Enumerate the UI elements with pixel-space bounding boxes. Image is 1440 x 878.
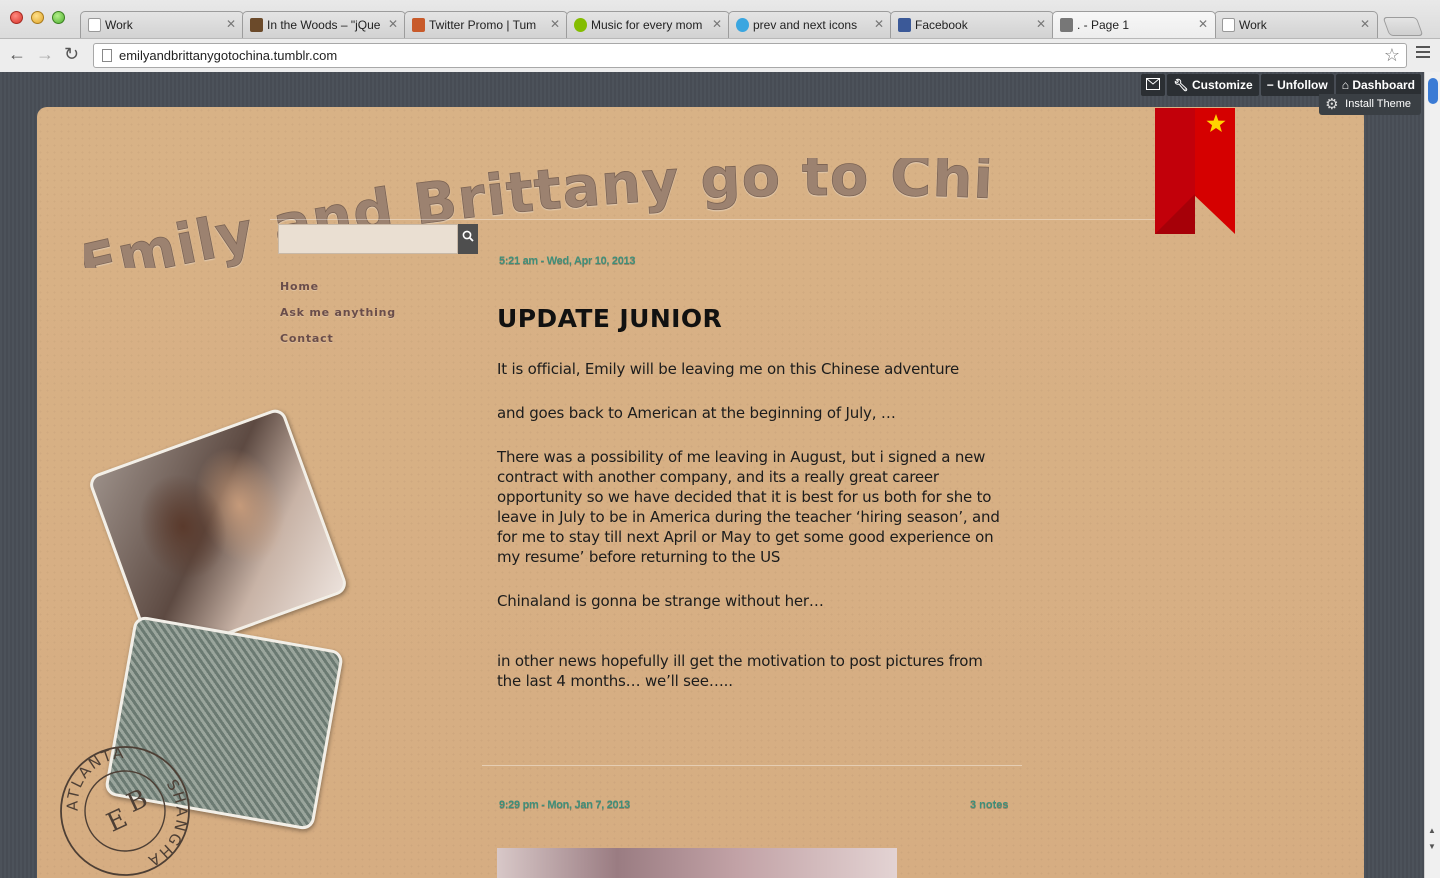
bookmark-star-icon[interactable]: ☆ — [1384, 45, 1400, 66]
dashboard-label: Dashboard — [1352, 78, 1415, 92]
page-scrollbar[interactable]: ▲ ▼ — [1424, 72, 1440, 878]
blog-title-text: Emily and Brittany go to China — [84, 158, 995, 268]
post-paragraph: It is official, Emily will be leaving me… — [497, 360, 960, 378]
page-icon — [102, 49, 112, 62]
tab-work-2[interactable]: Work ✕ — [1214, 11, 1378, 38]
stamp-initial-b: B — [122, 784, 152, 819]
forward-arrow-icon[interactable]: → — [36, 44, 54, 65]
home-icon: ⌂ — [1341, 78, 1349, 92]
scroll-down-arrow-icon[interactable]: ▼ — [1428, 842, 1436, 851]
tab-twitter-promo[interactable]: Twitter Promo | Tum ✕ — [404, 11, 568, 38]
tab-title: . - Page 1 — [1077, 18, 1130, 32]
search-button[interactable] — [458, 224, 478, 254]
nav-ask-link[interactable]: Ask me anything — [280, 306, 396, 319]
back-arrow-icon[interactable]: ← — [8, 44, 26, 65]
facebook-icon — [898, 18, 911, 32]
stamp-atlanta: ATLANTA — [64, 744, 125, 811]
tab-title: In the Woods – "jQue — [267, 18, 381, 32]
nav-contact-link[interactable]: Contact — [280, 332, 396, 345]
tab-in-the-woods[interactable]: In the Woods – "jQue ✕ — [242, 11, 406, 38]
post-photo[interactable] — [497, 848, 897, 878]
page-icon — [88, 18, 101, 32]
site-icon — [1060, 18, 1073, 32]
customize-button[interactable]: 🔧︎ Customize — [1167, 74, 1259, 96]
search-icon — [462, 230, 474, 242]
search-input[interactable] — [278, 224, 458, 254]
tab-prev-next-icons[interactable]: prev and next icons ✕ — [728, 11, 892, 38]
china-flag-ribbon — [1155, 108, 1235, 234]
tab-title: Work — [105, 18, 133, 32]
atlanta-shanghai-stamp: ATLANTA SHANGHAI E B — [58, 744, 190, 876]
browser-toolbar: ← → ↻ emilyandbrittanygotochina.tumblr.c… — [0, 38, 1440, 72]
tab-title: Work — [1239, 18, 1267, 32]
close-icon[interactable]: ✕ — [874, 17, 884, 31]
new-tab-button[interactable] — [1382, 17, 1424, 36]
post-paragraph: in other news hopefully ill get the moti… — [497, 652, 983, 690]
tab-title: prev and next icons — [753, 18, 858, 32]
site-icon — [736, 18, 749, 32]
tab-facebook[interactable]: Facebook ✕ — [890, 11, 1054, 38]
sidebar-nav: Home Ask me anything Contact — [280, 280, 396, 358]
message-button[interactable] — [1141, 74, 1166, 96]
tab-page-1[interactable]: . - Page 1 ✕ — [1052, 11, 1216, 38]
tab-strip: Work ✕ In the Woods – "jQue ✕ Twitter Pr… — [80, 11, 1424, 38]
site-icon — [412, 18, 425, 32]
header-divider — [270, 219, 1160, 220]
gear-icon: ⚙ — [1325, 96, 1339, 113]
scrollbar-thumb[interactable] — [1428, 78, 1438, 104]
install-theme-button[interactable]: ⚙ Install Theme — [1319, 94, 1421, 115]
scroll-up-arrow-icon[interactable]: ▲ — [1428, 826, 1436, 835]
tab-title: Music for every mom — [591, 18, 703, 32]
close-window-button[interactable] — [10, 11, 23, 24]
close-icon[interactable]: ✕ — [226, 17, 236, 31]
post-title: UPDATE JUNIOR — [497, 304, 723, 333]
close-icon[interactable]: ✕ — [550, 17, 560, 31]
post-notes-link[interactable]: 3 notes — [970, 799, 1009, 811]
tumblr-controls: 🔧︎ Customize − Unfollow ⌂ Dashboard — [1141, 74, 1421, 96]
svg-text:ATLANTA: ATLANTA — [64, 744, 127, 811]
wrench-icon: 🔧︎ — [1173, 78, 1189, 92]
tab-title: Twitter Promo | Tum — [429, 18, 537, 32]
tab-work[interactable]: Work ✕ — [80, 11, 244, 38]
minus-icon: − — [1266, 78, 1274, 92]
close-icon[interactable]: ✕ — [1198, 17, 1208, 31]
install-theme-label: Install Theme — [1345, 98, 1411, 110]
address-bar[interactable]: emilyandbrittanygotochina.tumblr.com ☆ — [93, 43, 1407, 68]
nav-home-link[interactable]: Home — [280, 280, 396, 293]
tab-spotify[interactable]: Music for every mom ✕ — [566, 11, 730, 38]
stamp-initial-e: E — [102, 803, 132, 838]
minimize-window-button[interactable] — [31, 11, 44, 24]
site-icon — [250, 18, 263, 32]
browser-chrome: Work ✕ In the Woods – "jQue ✕ Twitter Pr… — [0, 0, 1440, 72]
spotify-icon — [574, 18, 587, 32]
post-date[interactable]: 9:29 pm - Mon, Jan 7, 2013 — [499, 799, 630, 811]
zoom-window-button[interactable] — [52, 11, 65, 24]
unfollow-label: Unfollow — [1277, 78, 1328, 92]
unfollow-button[interactable]: − Unfollow — [1260, 74, 1334, 96]
close-icon[interactable]: ✕ — [1036, 17, 1046, 31]
menu-icon[interactable] — [1416, 46, 1430, 61]
url-text[interactable]: emilyandbrittanygotochina.tumblr.com — [119, 48, 337, 63]
post-date[interactable]: 5:21 am - Wed, Apr 10, 2013 — [499, 255, 636, 267]
post-divider — [482, 765, 1022, 766]
post-paragraph: Chinaland is gonna be strange without he… — [497, 592, 824, 610]
tab-title: Facebook — [915, 18, 968, 32]
page-icon — [1222, 18, 1235, 32]
blog-title: Emily and Brittany go to China — [84, 158, 995, 268]
close-icon[interactable]: ✕ — [712, 17, 722, 31]
dashboard-button[interactable]: ⌂ Dashboard — [1335, 74, 1421, 96]
customize-label: Customize — [1192, 78, 1253, 92]
close-icon[interactable]: ✕ — [388, 17, 398, 31]
svg-text:Emily and Brittany go to China: Emily and Brittany go to China — [84, 158, 995, 268]
reload-icon[interactable]: ↻ — [64, 44, 79, 65]
post-body: It is official, Emily will be leaving me… — [497, 359, 1007, 715]
close-icon[interactable]: ✕ — [1360, 17, 1370, 31]
envelope-icon — [1146, 78, 1161, 90]
post-paragraph: and goes back to American at the beginni… — [497, 404, 896, 422]
post-paragraph: There was a possibility of me leaving in… — [497, 448, 1000, 566]
page-viewport: Emily and Brittany go to China 🔧︎ Custom… — [0, 72, 1424, 878]
